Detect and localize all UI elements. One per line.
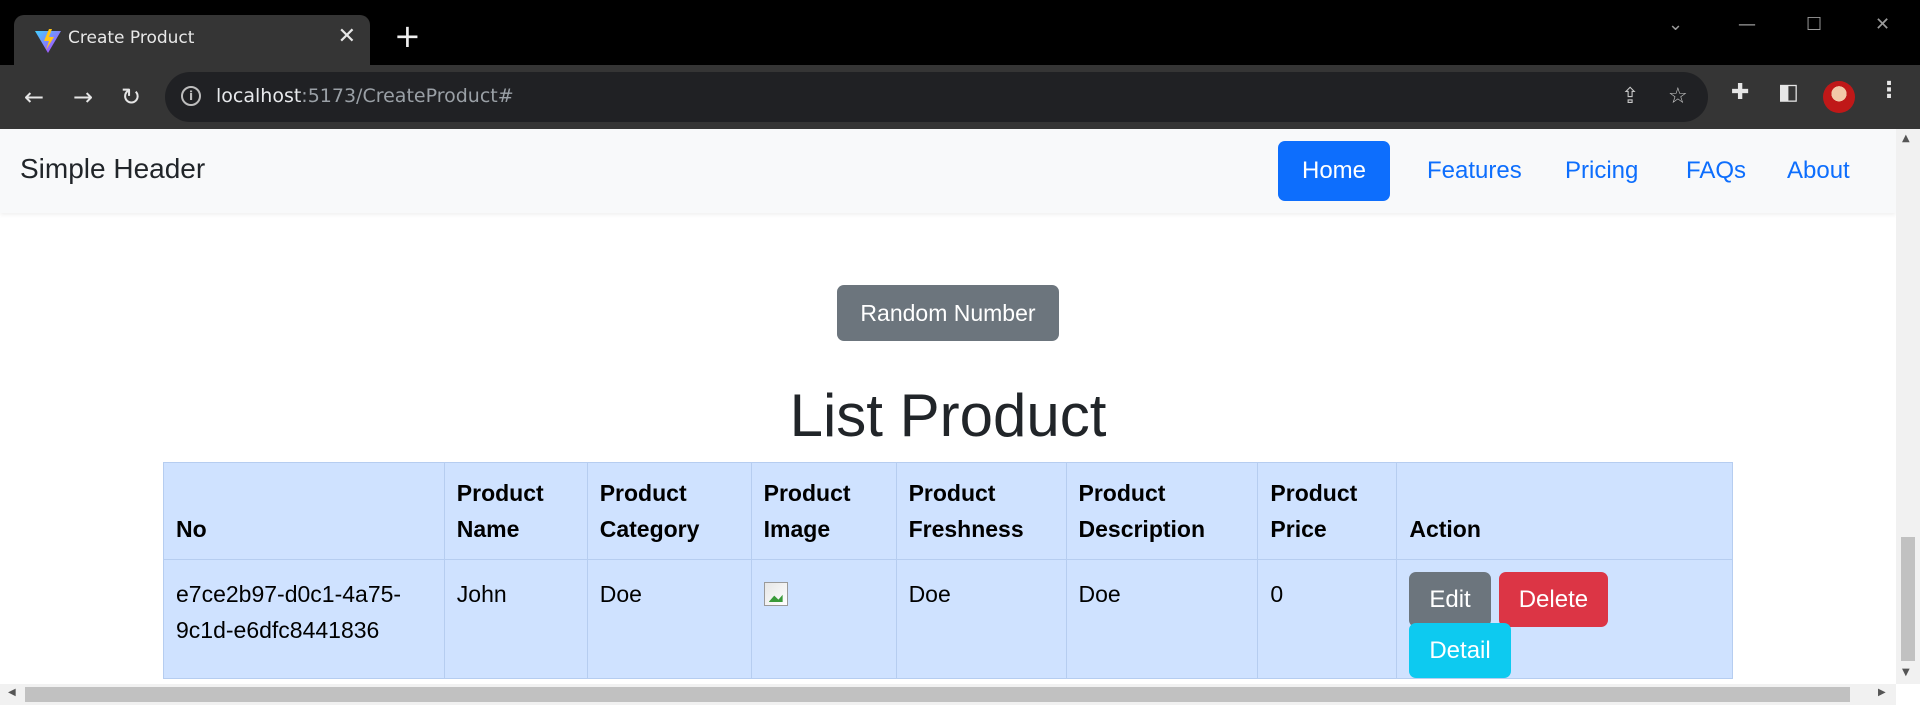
plus-icon[interactable]: + <box>394 20 421 52</box>
nav-link-home[interactable]: Home <box>1278 141 1391 201</box>
header-product-description: Product Description <box>1065 462 1259 560</box>
horizontal-scrollbar[interactable]: ◀ ▶ <box>0 684 1896 705</box>
cell-product-description: Doe <box>1065 559 1259 679</box>
tab-search-icon[interactable]: ⌄ <box>1668 14 1683 35</box>
page-viewport: Simple Header Home Features Pricing FAQs… <box>0 129 1920 705</box>
detail-button[interactable]: Detail <box>1409 623 1511 678</box>
nav-link-faqs[interactable]: FAQs <box>1662 141 1770 201</box>
cell-product-name: John <box>443 559 588 679</box>
puzzle-icon[interactable]: ✚ <box>1731 80 1749 105</box>
info-icon[interactable]: i <box>181 86 201 106</box>
close-icon[interactable]: ✕ <box>338 26 356 48</box>
avatar[interactable] <box>1823 81 1855 113</box>
table-header-row: No Product Name Product Category Product… <box>163 462 1733 560</box>
header-product-freshness: Product Freshness <box>895 462 1067 560</box>
product-table: No Product Name Product Category Product… <box>163 462 1733 679</box>
nav-link-pricing[interactable]: Pricing <box>1541 141 1662 201</box>
broken-image-icon <box>763 582 788 606</box>
minimize-icon[interactable]: — <box>1738 14 1756 35</box>
delete-button[interactable]: Delete <box>1498 572 1609 627</box>
address-bar[interactable]: i localhost:5173/CreateProduct# ⇪ ☆ <box>165 72 1708 122</box>
forward-arrow-icon[interactable]: → <box>67 81 99 113</box>
kebab-menu-icon[interactable]: ⋮ <box>1878 78 1900 103</box>
vite-favicon-icon <box>35 29 61 53</box>
header-action: Action <box>1396 462 1733 560</box>
browser-toolbar: ← → ↻ i localhost:5173/CreateProduct# ⇪ … <box>0 65 1920 129</box>
table-row: e7ce2b97-d0c1-4a75-9c1d-e6dfc8441836 Joh… <box>163 559 1733 679</box>
site-brand[interactable]: Simple Header <box>20 153 205 185</box>
vertical-scroll-thumb[interactable] <box>1901 537 1915 661</box>
vertical-scrollbar[interactable]: ▲ ▼ <box>1896 129 1920 684</box>
scroll-up-icon[interactable]: ▲ <box>1902 133 1910 144</box>
cell-product-freshness: Doe <box>895 559 1067 679</box>
share-icon[interactable]: ⇪ <box>1621 84 1639 109</box>
site-header: Simple Header Home Features Pricing FAQs… <box>0 129 1896 213</box>
browser-titlebar: Create Product ✕ + ⌄ — ☐ ✕ <box>0 0 1920 65</box>
cell-action: Edit DeleteDetail <box>1396 559 1733 679</box>
header-product-price: Product Price <box>1257 462 1398 560</box>
horizontal-scroll-thumb[interactable] <box>25 687 1850 702</box>
cell-product-category: Doe <box>586 559 752 679</box>
tab-title: Create Product <box>68 28 195 48</box>
side-panel-icon[interactable]: ◧ <box>1778 80 1799 105</box>
random-number-button[interactable]: Random Number <box>837 285 1059 341</box>
scroll-down-icon[interactable]: ▼ <box>1902 667 1910 678</box>
scroll-left-icon[interactable]: ◀ <box>8 687 16 698</box>
reload-icon[interactable]: ↻ <box>115 81 147 113</box>
header-product-name: Product Name <box>443 462 588 560</box>
header-no: No <box>163 462 445 560</box>
cell-product-price: 0 <box>1257 559 1398 679</box>
page-title: List Product <box>789 382 1107 449</box>
star-icon[interactable]: ☆ <box>1668 84 1688 109</box>
browser-tab[interactable]: Create Product ✕ <box>14 15 370 65</box>
nav-link-features[interactable]: Features <box>1403 141 1546 201</box>
scroll-right-icon[interactable]: ▶ <box>1878 687 1886 698</box>
cell-product-image <box>750 559 897 679</box>
header-product-image: Product Image <box>750 462 897 560</box>
back-arrow-icon[interactable]: ← <box>18 81 50 113</box>
url-text[interactable]: localhost:5173/CreateProduct# <box>216 85 514 107</box>
window-close-icon[interactable]: ✕ <box>1875 14 1890 35</box>
edit-button[interactable]: Edit <box>1409 572 1491 627</box>
maximize-icon[interactable]: ☐ <box>1806 14 1822 35</box>
nav-link-about[interactable]: About <box>1763 141 1874 201</box>
header-product-category: Product Category <box>586 462 752 560</box>
cell-no: e7ce2b97-d0c1-4a75-9c1d-e6dfc8441836 <box>163 559 445 679</box>
